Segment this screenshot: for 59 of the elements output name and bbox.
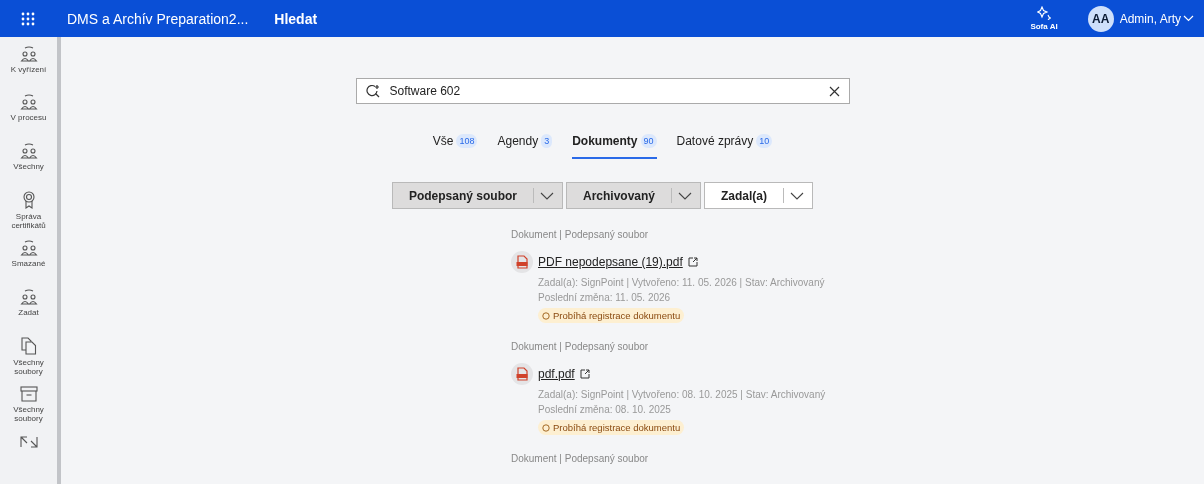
filter-dropdown[interactable]: Archivovaný (566, 182, 701, 209)
sidebar-item[interactable]: Všechny (1, 161, 56, 171)
sparkle-icon[interactable] (1037, 6, 1051, 20)
people-icon[interactable] (19, 142, 38, 159)
sidebar-item[interactable]: Smazané (1, 259, 56, 269)
user-menu[interactable]: Admin, Arty (1119, 11, 1181, 26)
certificate-icon[interactable] (21, 191, 36, 210)
close-icon[interactable] (828, 85, 840, 97)
result-category: Dokument | Podepsaný soubor (511, 341, 649, 352)
sidebar-item[interactable]: Zadat (1, 307, 56, 317)
document-link[interactable]: PDF nepodepsane (19).pdf (538, 255, 683, 269)
tab[interactable]: Dokumenty 90 (572, 128, 657, 159)
search-icon (365, 84, 380, 98)
count-badge: 10 (756, 134, 773, 148)
document-meta: Zadal(a): SignPoint | Vytvořeno: 11. 05. 2026 | Stav: Archivovaný (538, 277, 825, 288)
tab[interactable]: Vše 108 (432, 128, 478, 159)
external-link-icon[interactable] (579, 369, 590, 379)
arrows-icon[interactable] (19, 435, 38, 448)
result-category: Dokument | Podepsaný soubor (511, 229, 649, 240)
people-icon[interactable] (19, 288, 38, 305)
search-bar[interactable]: Software 602 (355, 78, 850, 104)
result-category: Dokument | Podepsaný soubor (511, 453, 649, 464)
assistant-label[interactable]: Sofa AI (1030, 22, 1058, 31)
tab[interactable]: Agendy 3 (497, 128, 553, 159)
status-badge: Probíhá registrace dokumentu (538, 420, 685, 435)
sidebar-item[interactable]: V procesu (1, 113, 56, 123)
sidebar-item[interactable]: Správa certifikátů (1, 212, 56, 231)
search-field[interactable]: Software 602 (387, 83, 829, 99)
people-icon[interactable] (19, 240, 38, 257)
count-badge: 90 (640, 134, 657, 148)
app-grid-icon[interactable] (21, 11, 35, 26)
files-icon[interactable] (20, 337, 37, 355)
circle-icon (542, 311, 550, 320)
app-title[interactable]: DMS a Archív Preparation2... (67, 10, 249, 27)
document-link[interactable]: pdf.pdf (538, 367, 575, 381)
pdf-file-icon (511, 363, 533, 385)
tab[interactable]: Datové zprávy 10 (676, 128, 773, 159)
last-modified: Poslední změna: 08. 10. 2025 (538, 404, 671, 415)
caret-icon[interactable] (678, 191, 692, 200)
avatar[interactable]: AA (1087, 5, 1114, 32)
last-modified: Poslední změna: 11. 05. 2026 (538, 292, 671, 303)
filter-dropdown[interactable]: Podepsaný soubor (391, 182, 563, 209)
sidebar-item[interactable]: Všechny soubory (1, 405, 56, 424)
people-icon[interactable] (19, 46, 38, 62)
circle-icon (542, 423, 550, 432)
count-badge: 108 (456, 134, 478, 148)
people-icon[interactable] (19, 94, 38, 111)
filter-dropdown[interactable]: Zadal(a) (704, 182, 814, 209)
page-title: Hledat (274, 10, 318, 27)
pdf-file-icon (511, 251, 533, 273)
count-badge: 3 (541, 134, 553, 148)
archive-box-icon[interactable] (19, 386, 38, 403)
status-badge: Probíhá registrace dokumentu (538, 308, 685, 323)
caret-icon[interactable] (790, 191, 805, 200)
sidebar-item[interactable]: K vyřízení (1, 65, 56, 74)
sidebar-item[interactable]: Všechny soubory (1, 358, 56, 376)
document-meta: Zadal(a): SignPoint | Vytvořeno: 08. 10. 2025 | Stav: Archivovaný (538, 389, 826, 400)
caret-icon[interactable] (540, 191, 554, 200)
external-link-icon[interactable] (687, 257, 698, 267)
